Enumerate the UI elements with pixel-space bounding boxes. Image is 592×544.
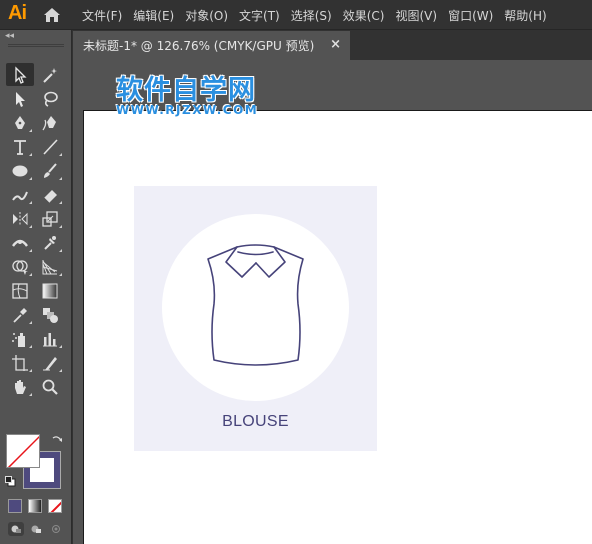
gradient-tool-icon[interactable] <box>36 279 64 302</box>
menu-select[interactable]: 选择(S) <box>291 7 332 24</box>
watermark-title: 软件自学网 <box>116 75 256 106</box>
document-tab[interactable]: 未标题-1* @ 126.76% (CMYK/GPU 预览) × <box>73 31 350 60</box>
draw-behind-icon <box>31 525 41 533</box>
reflect-tool-icon[interactable] <box>6 207 34 230</box>
swap-fill-stroke-icon[interactable] <box>51 434 63 446</box>
curvature-tool-icon[interactable] <box>36 111 64 134</box>
menu-bar: Ai 文件(F) 编辑(E) 对象(O) 文字(T) 选择(S) 效果(C) 视… <box>0 0 592 30</box>
ellipse-tool-icon[interactable] <box>6 159 34 182</box>
shaper-tool-icon[interactable] <box>6 183 34 206</box>
artwork-circle[interactable] <box>162 214 349 401</box>
menu-effect[interactable]: 效果(C) <box>343 7 385 24</box>
watermark: 软件自学网 WWW.RJZXW.COM <box>116 75 266 118</box>
document-tab-title: 未标题-1* @ 126.76% (CMYK/GPU 预览) <box>83 39 315 53</box>
blouse-icon[interactable] <box>204 242 307 374</box>
paintbrush-tool-icon[interactable] <box>36 159 64 182</box>
symbol-sprayer-tool-icon[interactable] <box>6 327 34 350</box>
column-graph-tool-icon[interactable] <box>36 327 64 350</box>
canvas-area[interactable]: BLOUSE <box>73 60 592 544</box>
menu-edit[interactable]: 编辑(E) <box>133 7 174 24</box>
color-mode-button[interactable] <box>8 499 22 513</box>
perspective-grid-tool-icon[interactable] <box>36 255 64 278</box>
artwork-label[interactable]: BLOUSE <box>134 413 377 431</box>
menu-view[interactable]: 视图(V) <box>395 7 437 24</box>
watermark-url: WWW.RJZXW.COM <box>116 103 259 117</box>
direct-selection-tool-icon[interactable] <box>6 87 34 110</box>
artboard-tool-icon[interactable] <box>6 351 34 374</box>
none-slash-icon <box>50 501 61 512</box>
app-logo: Ai <box>8 2 27 24</box>
eyedropper-tool-icon[interactable] <box>6 303 34 326</box>
artwork-background[interactable]: BLOUSE <box>134 186 377 451</box>
menu-file[interactable]: 文件(F) <box>82 7 122 24</box>
menu-help[interactable]: 帮助(H) <box>504 7 546 24</box>
blend-tool-icon[interactable] <box>36 303 64 326</box>
menu-object[interactable]: 对象(O) <box>185 7 228 24</box>
draw-behind-button[interactable] <box>28 522 44 536</box>
collapse-panel-icon[interactable]: ◂◂ <box>5 31 14 41</box>
puppet-warp-tool-icon[interactable] <box>36 231 64 254</box>
width-tool-icon[interactable] <box>6 231 34 254</box>
none-mode-button[interactable] <box>48 499 62 513</box>
mesh-tool-icon[interactable] <box>6 279 34 302</box>
magic-wand-tool-icon[interactable] <box>36 63 64 86</box>
menu-type[interactable]: 文字(T) <box>239 7 280 24</box>
scale-tool-icon[interactable] <box>36 207 64 230</box>
home-icon[interactable] <box>43 7 61 23</box>
line-segment-tool-icon[interactable] <box>36 135 64 158</box>
artboard[interactable]: BLOUSE <box>83 110 592 544</box>
menu-window[interactable]: 窗口(W) <box>448 7 493 24</box>
panel-grip[interactable] <box>8 44 64 47</box>
pen-tool-icon[interactable] <box>6 111 34 134</box>
hand-tool-icon[interactable] <box>6 375 34 398</box>
lasso-tool-icon[interactable] <box>36 87 64 110</box>
draw-normal-button[interactable] <box>8 522 24 536</box>
gradient-mode-button[interactable] <box>28 499 42 513</box>
close-tab-icon[interactable]: × <box>330 37 341 52</box>
document-tab-bar: 未标题-1* @ 126.76% (CMYK/GPU 预览) × <box>73 30 592 60</box>
draw-normal-icon <box>11 525 21 533</box>
none-fill-slash <box>7 435 39 467</box>
selection-tool-icon[interactable] <box>6 63 34 86</box>
zoom-tool-icon[interactable] <box>36 375 64 398</box>
default-colors-icon[interactable] <box>5 476 16 487</box>
fill-color-swatch[interactable] <box>6 434 40 468</box>
slice-tool-icon[interactable] <box>36 351 64 374</box>
toolbox-panel: ◂◂ <box>0 30 72 544</box>
draw-inside-button[interactable] <box>48 522 64 536</box>
type-tool-icon[interactable] <box>6 135 34 158</box>
draw-inside-icon <box>52 525 60 533</box>
shape-builder-tool-icon[interactable] <box>6 255 34 278</box>
eraser-tool-icon[interactable] <box>36 183 64 206</box>
